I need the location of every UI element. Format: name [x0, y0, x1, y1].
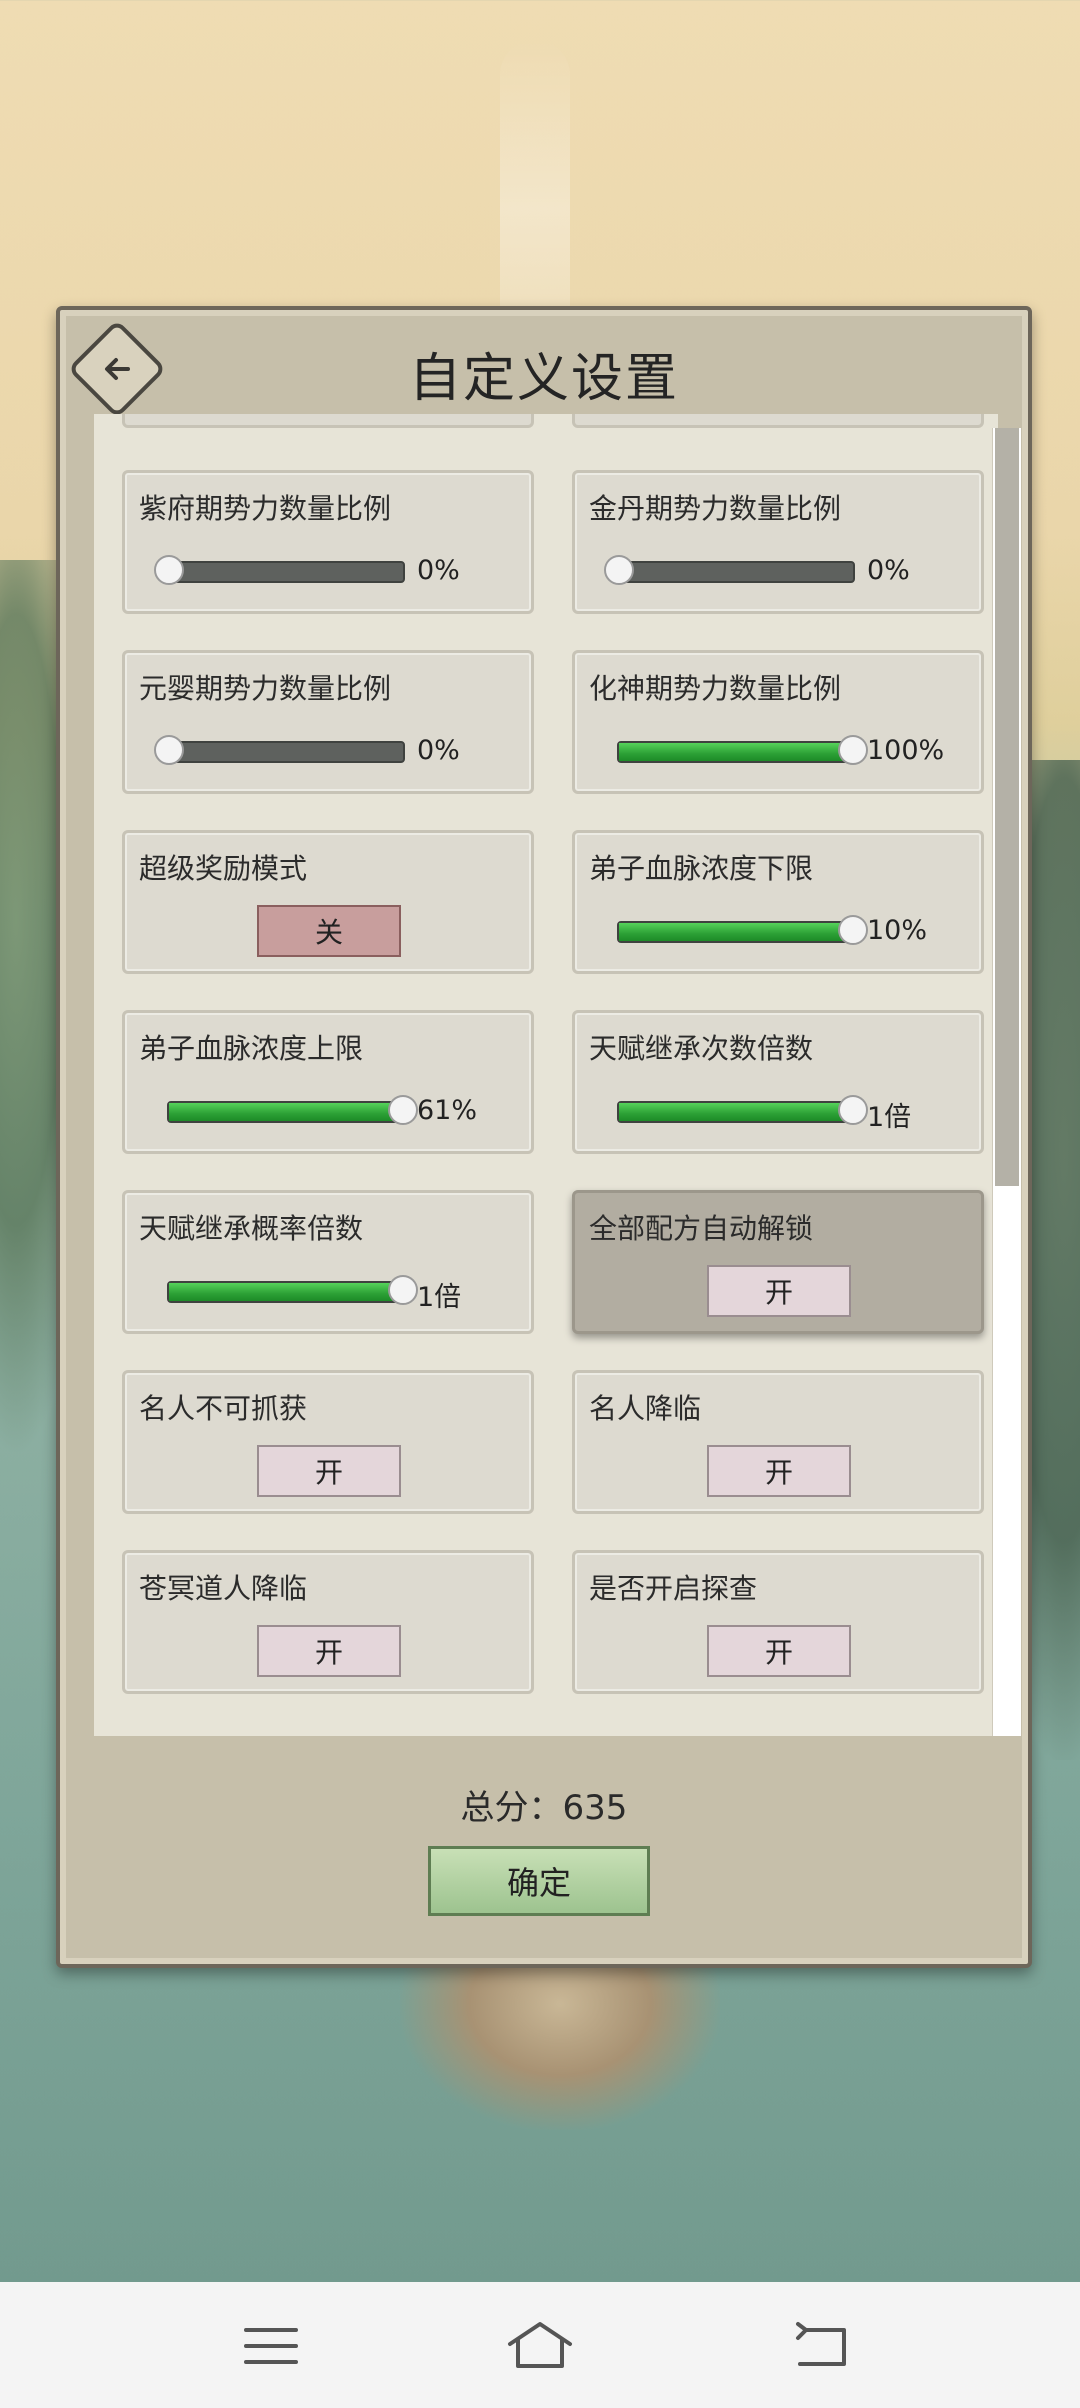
setting-label: 名人降临: [589, 1392, 702, 1425]
setting-label: 金丹期势力数量比例: [589, 492, 842, 525]
setting-cell: 苍冥道人降临开: [122, 1550, 534, 1694]
setting-slider[interactable]: [167, 1275, 418, 1305]
slider-value: 1倍: [417, 1282, 462, 1313]
setting-cell: 超级奖励模式关: [122, 830, 534, 974]
slider-knob[interactable]: [838, 915, 868, 945]
setting-cell: 化神期势力数量比例 100%: [572, 650, 984, 794]
setting-toggle-button[interactable]: 开: [707, 1265, 851, 1317]
setting-slider[interactable]: [617, 1095, 868, 1125]
setting-cell: 元婴期势力数量比例 0%: [122, 650, 534, 794]
setting-cell: 天赋继承概率倍数 1倍: [122, 1190, 534, 1334]
settings-cell-partial: [572, 414, 984, 428]
slider-knob[interactable]: [604, 555, 634, 585]
slider-fill: [619, 1103, 853, 1121]
slider-knob[interactable]: [388, 1095, 418, 1125]
setting-slider[interactable]: [604, 555, 855, 585]
scrollbar-thumb[interactable]: [995, 428, 1019, 1186]
setting-slider[interactable]: [617, 735, 868, 765]
setting-cell: 名人降临开: [572, 1370, 984, 1514]
slider-fill: [619, 743, 853, 761]
setting-label: 天赋继承概率倍数: [139, 1212, 364, 1245]
setting-toggle-button[interactable]: 开: [257, 1445, 401, 1497]
dialog-title: 自定义设置: [408, 349, 679, 409]
system-navigation-bar: [0, 2282, 1080, 2408]
slider-value: 0%: [867, 555, 910, 586]
setting-slider[interactable]: [154, 555, 405, 585]
setting-label: 紫府期势力数量比例: [139, 492, 392, 525]
back-icon: [796, 2322, 846, 2366]
slider-knob[interactable]: [838, 735, 868, 765]
slider-value: 10%: [867, 915, 928, 946]
setting-label: 弟子血脉浓度下限: [589, 852, 814, 885]
setting-cell: 紫府期势力数量比例 0%: [122, 470, 534, 614]
total-score: 总分：635: [460, 1788, 628, 1828]
slider-value: 0%: [417, 735, 460, 766]
slider-value: 61%: [417, 1095, 478, 1126]
setting-label: 苍冥道人降临: [139, 1572, 308, 1605]
back-nav-button[interactable]: [786, 2316, 856, 2376]
setting-cell: 全部配方自动解锁开: [572, 1190, 984, 1334]
setting-cell: 是否开启探查开: [572, 1550, 984, 1694]
setting-toggle-button[interactable]: 开: [257, 1625, 401, 1677]
setting-slider[interactable]: [154, 735, 405, 765]
setting-cell: 金丹期势力数量比例 0%: [572, 470, 984, 614]
setting-label: 全部配方自动解锁: [589, 1212, 814, 1245]
slider-knob[interactable]: [388, 1275, 418, 1305]
setting-toggle-button[interactable]: 开: [707, 1445, 851, 1497]
menu-button[interactable]: [236, 2316, 306, 2376]
slider-value: 1倍: [867, 1102, 912, 1133]
setting-label: 是否开启探查: [589, 1572, 758, 1605]
setting-label: 天赋继承次数倍数: [589, 1032, 814, 1065]
slider-knob[interactable]: [154, 735, 184, 765]
setting-cell: 弟子血脉浓度下限 10%: [572, 830, 984, 974]
home-button[interactable]: [504, 2316, 574, 2376]
confirm-button[interactable]: 确定: [428, 1846, 650, 1916]
setting-cell: 天赋继承次数倍数 1倍: [572, 1010, 984, 1154]
custom-settings-dialog: 自定义设置 紫府期势力数量比例 0% 金丹期势力数量比例 0% 元婴期势力数量比例 0% 化…: [56, 306, 1032, 1968]
slider-value: 100%: [867, 735, 945, 766]
setting-label: 弟子血脉浓度上限: [139, 1032, 364, 1065]
setting-label: 名人不可抓获: [139, 1392, 308, 1425]
setting-cell: 弟子血脉浓度上限 61%: [122, 1010, 534, 1154]
slider-knob[interactable]: [838, 1095, 868, 1125]
setting-toggle-button[interactable]: 关: [257, 905, 401, 957]
slider-fill: [619, 923, 853, 941]
setting-slider[interactable]: [167, 1095, 418, 1125]
slider-fill: [169, 1283, 403, 1301]
home-icon: [508, 2322, 572, 2368]
setting-label: 元婴期势力数量比例: [139, 672, 392, 705]
setting-slider[interactable]: [617, 915, 868, 945]
menu-icon: [244, 2328, 298, 2364]
setting-cell: 名人不可抓获开: [122, 1370, 534, 1514]
slider-value: 0%: [417, 555, 460, 586]
setting-label: 超级奖励模式: [139, 852, 308, 885]
setting-toggle-button[interactable]: 开: [707, 1625, 851, 1677]
scrollbar[interactable]: [992, 428, 1021, 1736]
settings-cell-partial: [122, 414, 534, 428]
setting-label: 化神期势力数量比例: [589, 672, 842, 705]
settings-scroll-area[interactable]: 紫府期势力数量比例 0% 金丹期势力数量比例 0% 元婴期势力数量比例 0% 化神期势力数量…: [94, 414, 998, 1736]
slider-knob[interactable]: [154, 555, 184, 585]
slider-fill: [169, 1103, 403, 1121]
